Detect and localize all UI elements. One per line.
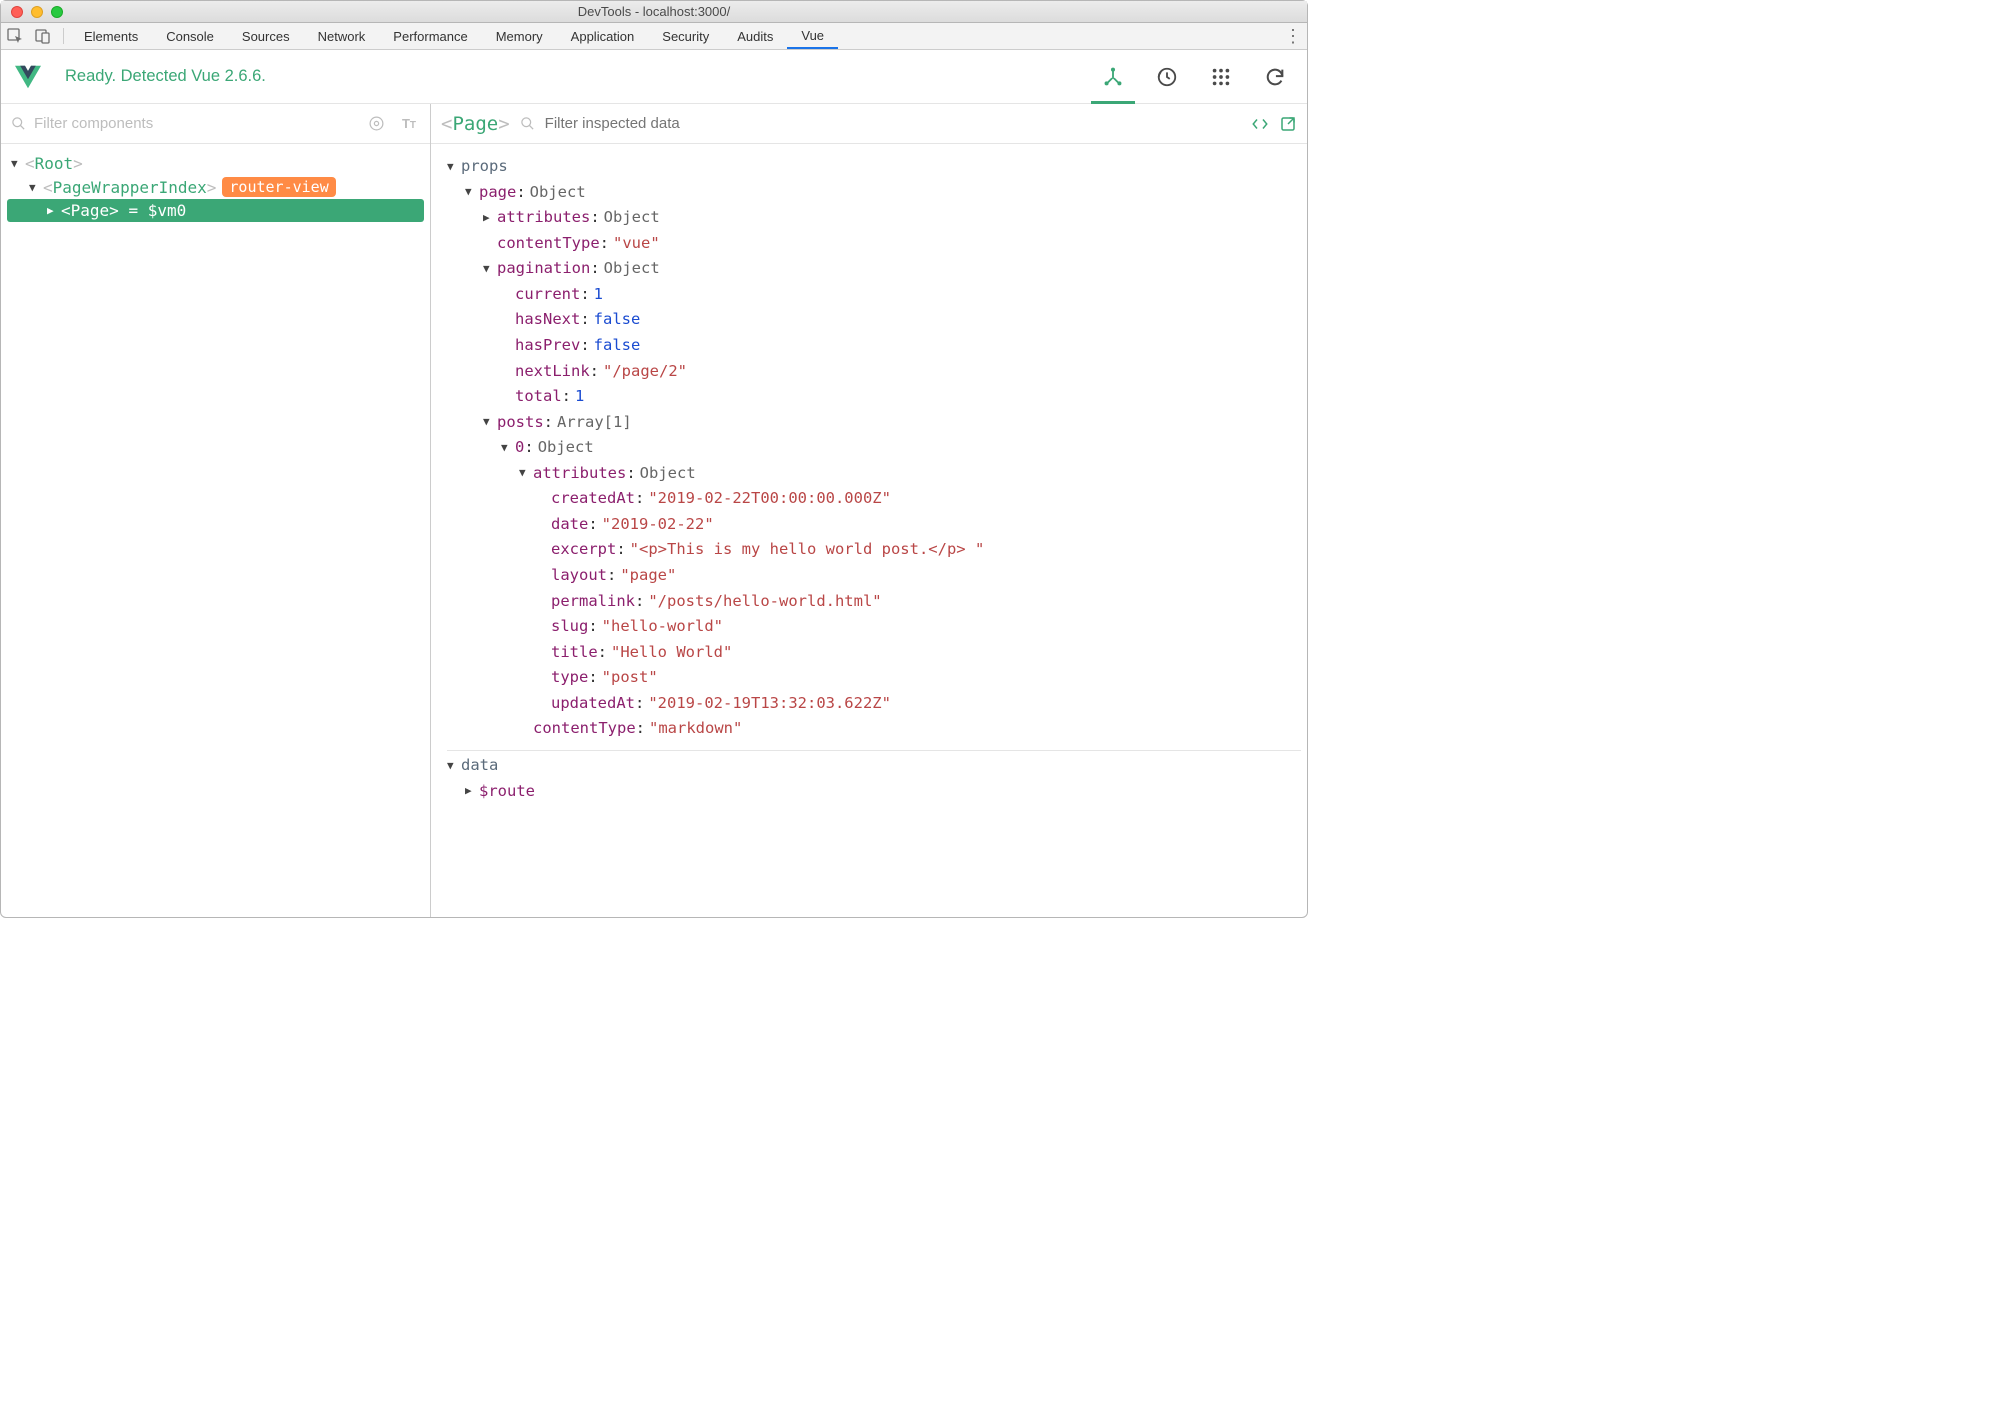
attr-permalink[interactable]: permalink: "/posts/hello-world.html": [447, 589, 1301, 615]
tab-sources[interactable]: Sources: [228, 23, 304, 49]
refresh-icon[interactable]: [1263, 65, 1287, 89]
attr-updatedat[interactable]: updatedAt: "2019-02-19T13:32:03.622Z": [447, 691, 1301, 717]
prop-pagination-hasprev[interactable]: hasPrev: false: [447, 333, 1301, 359]
vue-status-text: Ready. Detected Vue 2.6.6.: [65, 67, 1101, 86]
prop-pagination-current[interactable]: current: 1: [447, 282, 1301, 308]
prop-posts-0-contenttype[interactable]: contentType: "markdown": [447, 716, 1301, 742]
tab-network[interactable]: Network: [304, 23, 380, 49]
tab-console[interactable]: Console: [152, 23, 228, 49]
prop-page-contenttype[interactable]: contentType: "vue": [447, 231, 1301, 257]
data-route[interactable]: ▶$route: [447, 779, 1301, 805]
devtools-tab-bar: Elements Console Sources Network Perform…: [1, 23, 1307, 50]
tab-performance[interactable]: Performance: [379, 23, 481, 49]
more-options-icon[interactable]: ⋮: [1279, 26, 1307, 47]
tree-node-root[interactable]: ▼ <Root>: [7, 152, 424, 175]
prop-page-pagination[interactable]: ▼pagination: Object: [447, 256, 1301, 282]
inspect-element-icon[interactable]: [1, 23, 29, 49]
close-window-button[interactable]: [11, 6, 23, 18]
attr-excerpt[interactable]: excerpt: "<p>This is my hello world post…: [447, 537, 1301, 563]
section-props[interactable]: ▼props: [447, 154, 1301, 180]
tab-audits[interactable]: Audits: [723, 23, 787, 49]
prop-page-attributes[interactable]: ▶attributes: Object: [447, 205, 1301, 231]
inspector-pane: <Page> ▼props ▼page: Object ▶attributes:…: [431, 104, 1307, 917]
device-toolbar-icon[interactable]: [29, 23, 57, 49]
prop-page[interactable]: ▼page: Object: [447, 180, 1301, 206]
window-titlebar: DevTools - localhost:3000/: [1, 1, 1307, 23]
router-view-badge: router-view: [222, 177, 335, 197]
attr-createdat[interactable]: createdAt: "2019-02-22T00:00:00.000Z": [447, 486, 1301, 512]
maximize-window-button[interactable]: [51, 6, 63, 18]
section-data[interactable]: ▼data: [447, 753, 1301, 779]
components-tab-icon[interactable]: [1101, 65, 1125, 89]
events-tab-icon[interactable]: [1209, 65, 1233, 89]
attr-layout[interactable]: layout: "page": [447, 563, 1301, 589]
search-icon: [11, 116, 26, 131]
open-in-editor-icon[interactable]: [1279, 115, 1297, 133]
prop-pagination-nextlink[interactable]: nextLink: "/page/2": [447, 359, 1301, 385]
component-tree: ▼ <Root> ▼ <PageWrapperIndex> router-vie…: [1, 144, 430, 230]
prop-posts-0-attributes[interactable]: ▼attributes: Object: [447, 461, 1301, 487]
select-component-icon[interactable]: [368, 115, 390, 132]
search-icon: [520, 116, 535, 131]
vue-logo-icon: [15, 64, 41, 90]
format-option-icon[interactable]: TT: [398, 116, 420, 131]
prop-posts-0[interactable]: ▼0: Object: [447, 435, 1301, 461]
prop-page-posts[interactable]: ▼posts: Array[1]: [447, 410, 1301, 436]
minimize-window-button[interactable]: [31, 6, 43, 18]
tab-elements[interactable]: Elements: [70, 23, 152, 49]
vuex-tab-icon[interactable]: [1155, 65, 1179, 89]
filter-components-input[interactable]: [34, 115, 360, 132]
tab-security[interactable]: Security: [648, 23, 723, 49]
window-title: DevTools - localhost:3000/: [1, 4, 1307, 19]
filter-inspected-input[interactable]: [545, 115, 888, 132]
attr-date[interactable]: date: "2019-02-22": [447, 512, 1301, 538]
tree-node-page[interactable]: ▶ <Page> = $vm0: [7, 199, 424, 222]
tab-vue[interactable]: Vue: [787, 23, 838, 49]
inspect-dom-icon[interactable]: [1251, 115, 1269, 133]
prop-pagination-hasnext[interactable]: hasNext: false: [447, 307, 1301, 333]
tab-memory[interactable]: Memory: [482, 23, 557, 49]
attr-type[interactable]: type: "post": [447, 665, 1301, 691]
attr-title[interactable]: title: "Hello World": [447, 640, 1301, 666]
tab-application[interactable]: Application: [557, 23, 649, 49]
tree-node-wrapper[interactable]: ▼ <PageWrapperIndex> router-view: [7, 175, 424, 199]
selected-component-name: <Page>: [441, 113, 510, 135]
vue-status-bar: Ready. Detected Vue 2.6.6.: [1, 50, 1307, 104]
inspector-content: ▼props ▼page: Object ▶attributes: Object…: [431, 144, 1307, 814]
components-pane: TT ▼ <Root> ▼ <PageWrapperIndex> router-…: [1, 104, 431, 917]
prop-pagination-total[interactable]: total: 1: [447, 384, 1301, 410]
attr-slug[interactable]: slug: "hello-world": [447, 614, 1301, 640]
